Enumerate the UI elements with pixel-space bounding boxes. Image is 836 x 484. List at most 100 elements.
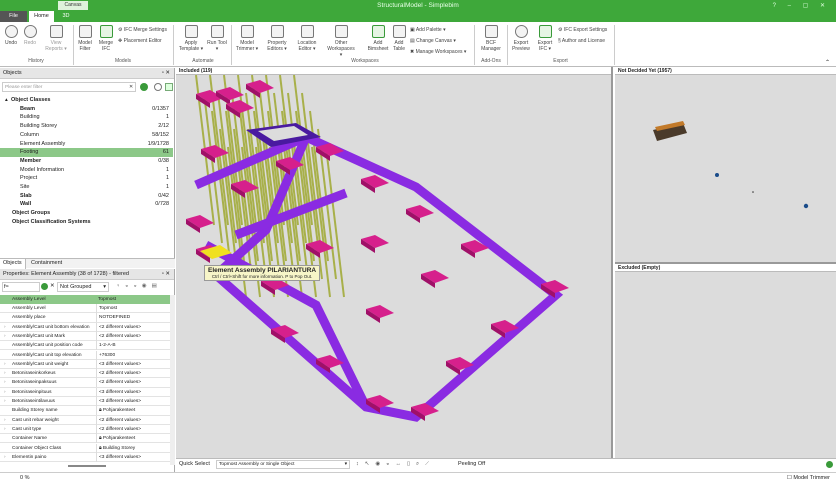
redo-button[interactable]: Redo: [21, 25, 39, 46]
quick-select-dropdown[interactable]: Topmost Assembly or Single Object ▾: [216, 460, 350, 469]
export-preview-button[interactable]: Export Preview: [509, 25, 533, 52]
tab-objects[interactable]: Objects: [0, 259, 26, 269]
tree-item-label: Object Groups: [12, 210, 51, 217]
tree-item[interactable]: Footing 61: [0, 148, 173, 158]
export-ifc-button[interactable]: Export IFC ▾: [535, 25, 555, 52]
clear-filter-icon[interactable]: ✕: [129, 83, 133, 92]
tree-item[interactable]: Site 1: [0, 183, 173, 192]
property-row[interactable]: › Assembly/Cast unit weight <3 different v…: [0, 359, 170, 370]
property-row[interactable]: › Betoniraseinkorkeus <2 different values>: [0, 369, 170, 379]
apply-template-button[interactable]: Apply Template ▾: [178, 25, 204, 52]
run-tool-button[interactable]: Run Tool ▾: [206, 25, 228, 52]
property-row[interactable]: › Assembly/Cast unit bottom elevation <2 d…: [0, 322, 170, 332]
panel-close-icon[interactable]: ▫ ✕: [162, 269, 170, 280]
list-icon[interactable]: [165, 83, 173, 91]
property-row[interactable]: Container Name 🔒︎ Pohjarakenteet: [0, 434, 170, 444]
expand-icon[interactable]: ▴: [5, 96, 8, 105]
settings-icon[interactable]: [154, 83, 162, 91]
property-row[interactable]: › Cast unit type <2 different values>: [0, 424, 170, 435]
tree-item[interactable]: Project 1: [0, 174, 173, 183]
property-row[interactable]: Assembly Level Topmost: [0, 304, 170, 314]
merge-ifc-button[interactable]: Merge IFC: [96, 25, 116, 52]
author-license-button[interactable]: § Author and License: [558, 38, 605, 44]
horizontal-scrollbar[interactable]: [68, 465, 106, 467]
context-tab-canvas[interactable]: Canvas: [58, 1, 88, 10]
tree-item[interactable]: Wall 0/728: [0, 200, 173, 209]
tab-file[interactable]: File: [0, 11, 27, 22]
tab-containment[interactable]: Containment: [28, 259, 65, 269]
expand-icon[interactable]: ›: [4, 416, 6, 425]
property-row[interactable]: Building Storey name 🔒︎ Pohjarakenteet: [0, 406, 170, 416]
panel-close-icon[interactable]: ▫ ✕: [162, 68, 170, 79]
add-table-button[interactable]: Add Table: [390, 25, 408, 52]
clear-icon[interactable]: ✕: [50, 283, 55, 289]
expand-icon[interactable]: ›: [4, 360, 6, 369]
model-filter-button[interactable]: Model Filter: [75, 25, 95, 52]
property-row[interactable]: Assembly place NOTDEFINED: [0, 313, 170, 323]
property-row[interactable]: Assembly/Cast unit top elevation +76300: [0, 350, 170, 360]
expand-icon[interactable]: ›: [4, 388, 6, 397]
property-row[interactable]: › Betoniraseinpaksuus <2 different values>: [0, 378, 170, 388]
placement-editor-button[interactable]: ✥ Placement Editor: [118, 38, 162, 44]
tree-item[interactable]: Member 0/38: [0, 157, 173, 166]
tree-item[interactable]: Column 58/152: [0, 131, 173, 140]
tree-item[interactable]: Element Assembly 1/9/1728: [0, 140, 173, 149]
apply-icon[interactable]: [41, 283, 48, 290]
collapse-ribbon-icon[interactable]: ⌃: [825, 59, 830, 66]
property-row[interactable]: › Elementin paino <3 different values>: [0, 452, 170, 463]
tree-item[interactable]: Building 1: [0, 113, 173, 122]
view-reports-button[interactable]: View Reports ▾: [44, 25, 68, 52]
not-decided-viewport[interactable]: Not Decided Yet (1957): [615, 67, 836, 262]
tree-item[interactable]: Building Storey 2/12: [0, 122, 173, 131]
property-value: NOTDEFINED: [96, 313, 130, 323]
tab-home[interactable]: Home: [29, 11, 54, 22]
tree-item[interactable]: Slab 0/42: [0, 192, 173, 201]
not-decided-header: Not Decided Yet (1957): [615, 67, 836, 75]
grouping-select[interactable]: Not Grouped ▾: [57, 282, 109, 292]
property-row[interactable]: › Assembly/Cast unit Mark <2 different val…: [0, 331, 170, 342]
vertical-scrollbar[interactable]: [170, 295, 175, 465]
tree-item[interactable]: Beam 0/1357: [0, 105, 173, 114]
3d-viewport[interactable]: Included (119) Element Assembly PILARIAN…: [176, 67, 613, 458]
tree-item[interactable]: ▴ Object Classes: [0, 96, 173, 105]
model-trimmer-toggle[interactable]: ☐ Model Trimmer: [787, 473, 830, 484]
expand-icon[interactable]: ›: [4, 453, 6, 462]
tree-item[interactable]: Model Information 1: [0, 166, 173, 175]
property-name: Cast unit rebar weight: [12, 417, 59, 423]
selection-tool-icons[interactable]: ↕↖◉◒↔▯⌕⟋: [356, 459, 435, 470]
add-bimsheet-button[interactable]: Add Bimsheet: [367, 25, 389, 52]
manage-workspaces-button[interactable]: ✖ Manage Workspaces ▾: [410, 49, 466, 55]
filter-input[interactable]: Please enter filter ✕: [2, 82, 136, 92]
property-editors-button[interactable]: Property Editors ▾: [264, 25, 290, 52]
property-row[interactable]: Container Object Class 🔒︎ Building Storey: [0, 443, 170, 453]
expand-icon[interactable]: ›: [4, 369, 6, 378]
change-canvas-button[interactable]: ▤ Change Canvas ▾: [410, 38, 456, 44]
tree-item[interactable]: Object Classification Systems: [0, 218, 173, 227]
ifc-export-settings-button[interactable]: ⚙ IFC Export Settings: [558, 27, 607, 33]
peeling-toggle[interactable]: Peeling Off: [458, 459, 485, 470]
ifc-merge-settings-button[interactable]: ⚙ IFC Merge Settings: [118, 27, 167, 33]
location-editor-button[interactable]: Location Editor ▾: [294, 25, 320, 52]
other-workspaces-button[interactable]: Other Workspaces ▾: [326, 25, 356, 58]
tab-3d[interactable]: 3D: [56, 11, 76, 22]
property-row[interactable]: › Betoniraseinpituus <3 different values>: [0, 387, 170, 397]
property-row[interactable]: › Cast unit rebar weight <2 different valu…: [0, 415, 170, 425]
add-palette-button[interactable]: ▣ Add Palette ▾: [410, 27, 446, 33]
expand-icon[interactable]: ›: [4, 378, 6, 387]
tree-item[interactable]: Object Groups: [0, 209, 173, 218]
property-row[interactable]: Assembly/Cast unit position code 1-2-A-B: [0, 341, 170, 351]
bcf-manager-button[interactable]: BCF Manager: [479, 25, 503, 52]
property-filter-input[interactable]: f≈: [2, 282, 40, 292]
view-options-icons[interactable]: ♀◒◒◉▤: [116, 283, 162, 289]
expand-icon[interactable]: ›: [4, 323, 6, 332]
apply-filter-icon[interactable]: [140, 83, 148, 91]
window-controls[interactable]: ? – ▢ ✕: [773, 2, 830, 9]
expand-icon[interactable]: ›: [4, 397, 6, 406]
expand-icon[interactable]: ›: [4, 425, 6, 434]
property-row[interactable]: › Betoniraseintilavuus <3 different values…: [0, 397, 170, 407]
excluded-viewport[interactable]: Excluded (Empty): [615, 262, 836, 458]
property-value: 🔒︎ Pohjarakenteet: [96, 406, 135, 416]
expand-icon[interactable]: ›: [4, 332, 6, 341]
undo-button[interactable]: Undo: [2, 25, 20, 46]
model-trimmer-button[interactable]: Model Trimmer ▾: [234, 25, 260, 52]
